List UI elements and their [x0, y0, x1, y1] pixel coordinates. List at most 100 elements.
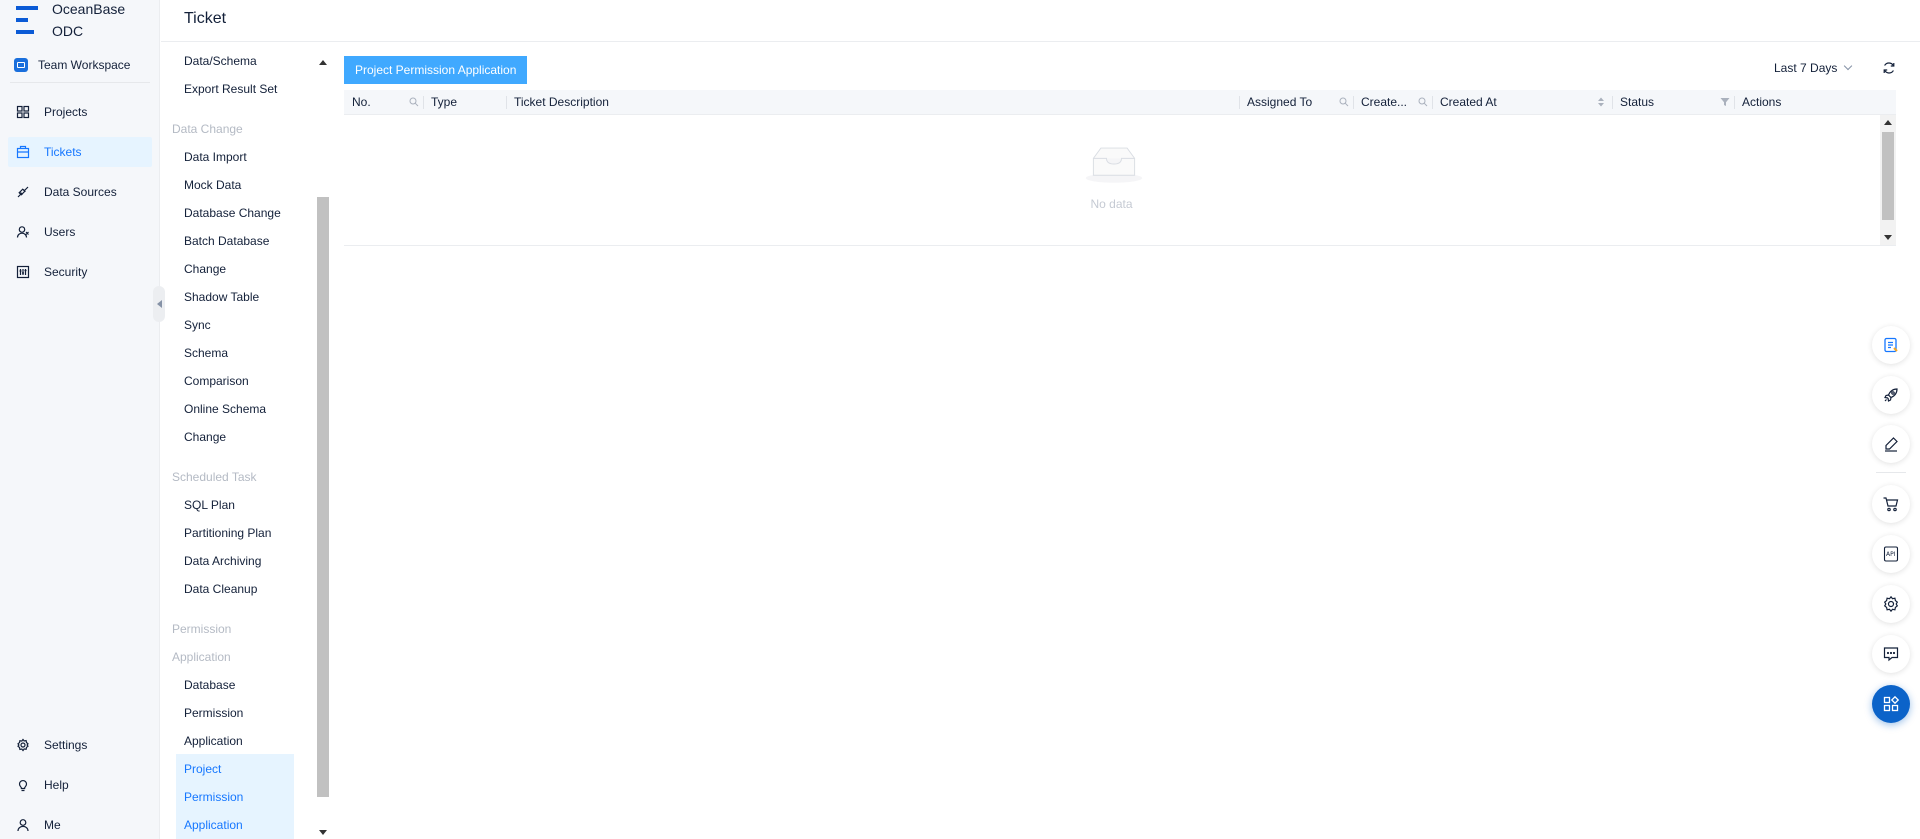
api-icon: API — [1883, 546, 1899, 562]
nav-item-me[interactable]: Me — [8, 810, 152, 839]
sort-icon[interactable] — [1595, 96, 1607, 108]
submenu-item[interactable]: Data Cleanup — [184, 575, 257, 603]
date-range-label: Last 7 Days — [1774, 61, 1838, 75]
submenu-item[interactable]: Change — [184, 423, 226, 451]
table-body: No data — [344, 115, 1896, 246]
nav-item-tickets[interactable]: Tickets — [8, 137, 152, 167]
scroll-thumb[interactable] — [1882, 132, 1894, 220]
col-created-at: Created At — [1440, 95, 1497, 109]
submenu-scrollbar[interactable] — [316, 52, 330, 839]
submenu-item[interactable]: Change — [184, 255, 226, 283]
submenu-item-selected-line: Project — [184, 762, 222, 776]
scroll-thumb[interactable] — [317, 197, 329, 797]
table-scrollbar[interactable] — [1880, 115, 1896, 245]
submenu-item[interactable]: Comparison — [184, 367, 249, 395]
nav-item-data-sources[interactable]: Data Sources — [8, 177, 152, 207]
col-created-by: Create... — [1361, 95, 1408, 109]
main-nav: OceanBase ODC Team Workspace Projects Ti… — [0, 0, 160, 839]
search-icon[interactable] — [1417, 96, 1429, 108]
submenu-item[interactable]: Data/Schema — [184, 47, 257, 75]
logo-text: OceanBase ODC — [52, 0, 125, 42]
submenu-item[interactable]: Application — [184, 727, 243, 755]
submenu-item[interactable]: SQL Plan — [184, 491, 235, 519]
submenu-item[interactable]: Export Result Set — [184, 75, 277, 103]
workspace-switcher[interactable]: Team Workspace — [14, 58, 130, 72]
scroll-up-icon[interactable] — [1884, 120, 1892, 125]
edit-button[interactable] — [1872, 425, 1910, 463]
nav-item-settings[interactable]: Settings — [8, 730, 152, 760]
rocket-icon — [1884, 388, 1898, 402]
submenu-group-scheduled: Scheduled Task — [172, 470, 257, 484]
col-no: No. — [352, 95, 371, 109]
submenu-item[interactable]: Mock Data — [184, 171, 241, 199]
quick-start-button[interactable] — [1872, 376, 1910, 414]
logo-line1: OceanBase — [52, 1, 126, 17]
svg-text:API: API — [1886, 551, 1896, 558]
submenu-item-selected-line: Application — [184, 818, 243, 832]
submenu-item[interactable]: Sync — [184, 311, 211, 339]
nav-label: Help — [44, 778, 69, 792]
nav-label: Tickets — [44, 145, 82, 159]
submenu-item[interactable]: Batch Database — [184, 227, 269, 255]
settings-button[interactable] — [1872, 585, 1910, 623]
logo-line2: ODC — [52, 23, 84, 39]
submenu-item[interactable]: Online Schema — [184, 395, 266, 423]
col-assigned-to: Assigned To — [1247, 95, 1313, 109]
toolbar-divider — [1876, 472, 1906, 473]
nav-label: Me — [44, 818, 61, 832]
nav-label: Settings — [44, 738, 88, 752]
api-button[interactable]: API — [1872, 535, 1910, 573]
security-icon — [16, 265, 30, 279]
nav-label: Users — [44, 225, 76, 239]
scroll-down-icon[interactable] — [319, 830, 327, 835]
task-button[interactable] — [1872, 326, 1910, 364]
gear-icon — [16, 738, 30, 752]
submenu-item[interactable]: Shadow Table — [184, 283, 259, 311]
header-divider — [161, 41, 1920, 42]
col-ticket-description: Ticket Description — [514, 95, 609, 109]
submenu-item[interactable]: Database — [184, 671, 235, 699]
submenu-item[interactable]: Permission — [184, 699, 243, 727]
filter-icon[interactable] — [1719, 96, 1731, 108]
submenu-item[interactable]: Database Change — [184, 199, 281, 227]
search-icon[interactable] — [1338, 96, 1350, 108]
scroll-down-icon[interactable] — [1884, 235, 1892, 240]
scroll-up-icon[interactable] — [319, 60, 327, 65]
workspace-icon — [14, 58, 28, 72]
apps-icon — [1883, 695, 1900, 712]
edit-icon — [1885, 437, 1898, 452]
submenu-item[interactable]: Data Archiving — [184, 547, 261, 575]
nav-item-help[interactable]: Help — [8, 770, 152, 800]
page-title: Ticket — [184, 10, 227, 27]
col-actions: Actions — [1742, 95, 1782, 109]
submenu-item[interactable]: Schema — [184, 339, 228, 367]
feedback-button[interactable] — [1872, 635, 1910, 673]
col-status: Status — [1620, 95, 1655, 109]
apps-button[interactable] — [1872, 685, 1910, 723]
submenu-group-permission-2: Application — [172, 650, 231, 664]
nav-label: Data Sources — [44, 185, 117, 199]
empty-text: No data — [1090, 197, 1133, 211]
project-permission-application-button[interactable]: Project Permission Application — [344, 56, 528, 84]
users-icon — [16, 225, 30, 239]
projects-icon — [16, 105, 30, 119]
ticket-type-menu: Data/Schema Export Result Set Data Chang… — [160, 42, 330, 839]
nav-label: Projects — [44, 105, 88, 119]
user-icon — [16, 818, 30, 832]
submenu-group-permission: Permission — [172, 622, 232, 636]
nav-item-users[interactable]: Users — [8, 217, 152, 247]
submenu-item[interactable]: Data Import — [184, 143, 247, 171]
date-range-select[interactable]: Last 7 Days — [1774, 61, 1853, 75]
cart-button[interactable] — [1872, 485, 1910, 523]
submenu-item[interactable]: Partitioning Plan — [184, 519, 271, 547]
search-icon[interactable] — [408, 96, 420, 108]
logo[interactable]: OceanBase ODC — [16, 0, 125, 40]
tickets-icon — [16, 145, 30, 159]
nav-item-projects[interactable]: Projects — [8, 97, 152, 127]
oceanbase-logo-icon — [16, 4, 38, 36]
refresh-icon[interactable] — [1882, 61, 1896, 75]
chevron-down-icon — [1844, 61, 1853, 71]
submenu-group-data-change: Data Change — [172, 122, 243, 136]
gear-icon — [1883, 595, 1899, 613]
nav-item-security[interactable]: Security — [8, 257, 152, 287]
